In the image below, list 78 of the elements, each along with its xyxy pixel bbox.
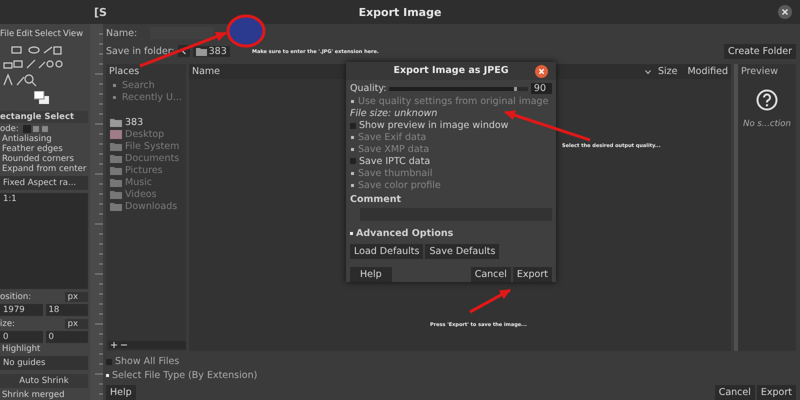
folder-label: Save in folder:	[106, 46, 175, 56]
quality-spinbox[interactable]: 90	[530, 83, 552, 94]
tool-option[interactable]: Shrink merged	[0, 390, 88, 400]
color-swatch-icon[interactable]	[34, 91, 50, 105]
add-icon[interactable]	[111, 342, 117, 348]
mode-label: ode:	[0, 124, 19, 134]
cancel-button[interactable]: Cancel	[470, 267, 511, 282]
preview-status: No s...ction	[743, 119, 791, 129]
help-button[interactable]: Help	[106, 385, 136, 400]
create-folder-button[interactable]: Create Folder	[724, 44, 796, 58]
toolbox-drawing[interactable]	[2, 45, 64, 89]
menu-item[interactable]: Select	[34, 29, 61, 39]
highlight-circle	[226, 14, 266, 48]
aspect-dropdown[interactable]: Fixed Aspect ra...	[0, 176, 88, 190]
help-button[interactable]: Help	[350, 267, 392, 282]
preview-title: Preview	[740, 65, 779, 79]
question-icon	[756, 89, 778, 111]
column-header[interactable]: Name	[189, 64, 224, 79]
guides-dropdown[interactable]: No guides	[0, 356, 88, 370]
size-field[interactable]: 0	[46, 331, 88, 343]
folder-icon	[110, 178, 122, 186]
quality-label: Quality:	[350, 83, 386, 94]
sort-caret-icon	[644, 70, 651, 74]
annotation-arrow	[469, 288, 511, 314]
folder-icon	[110, 142, 122, 150]
mode-icon[interactable]	[22, 124, 49, 132]
remove-icon[interactable]	[121, 342, 127, 348]
position-field[interactable]: 18	[46, 304, 88, 316]
advanced-options-expander[interactable]: Advanced Options	[350, 228, 552, 239]
tool-option[interactable]: Rounded corners	[0, 154, 88, 164]
folder-icon	[110, 190, 122, 198]
menu-item[interactable]: File	[0, 29, 14, 39]
ratio-field[interactable]: 1:1	[0, 193, 88, 289]
menu-item[interactable]: View	[62, 29, 84, 39]
folder-icon	[196, 46, 207, 56]
auto-shrink-button[interactable]: Auto Shrink	[0, 374, 88, 388]
desktop-icon	[110, 130, 122, 138]
cancel-button[interactable]: Cancel	[714, 385, 755, 400]
size-label: ize:	[0, 318, 15, 328]
menu-item[interactable]: Edit	[16, 29, 33, 39]
show-all-files-checkbox[interactable]: Show All Files	[106, 355, 796, 368]
folder-icon	[110, 118, 122, 126]
window-title: Export Image	[358, 6, 442, 18]
window-title-fragment: [S	[94, 6, 107, 18]
column-header[interactable]: Places	[106, 64, 186, 79]
bullet-icon	[113, 96, 116, 98]
name-label: Name:	[106, 28, 138, 38]
column-header[interactable]: Size	[654, 64, 680, 79]
save-defaults-button[interactable]: Save Defaults	[425, 244, 500, 259]
tool-option[interactable]: Highlight	[0, 344, 88, 354]
folder-icon	[110, 202, 122, 210]
export-button[interactable]: Export	[756, 385, 796, 400]
column-header[interactable]: Modified	[684, 64, 731, 79]
load-defaults-button[interactable]: Load Defaults	[350, 244, 424, 259]
folder-icon	[110, 154, 122, 162]
folder-button[interactable]: 383	[192, 46, 230, 56]
comment-label: Comment	[350, 194, 402, 205]
option-checkbox[interactable]: Show preview in image window	[350, 120, 552, 132]
unit-dropdown[interactable]: px	[64, 292, 88, 302]
position-field[interactable]: 1979	[0, 304, 42, 316]
close-icon[interactable]	[778, 5, 792, 19]
size-field[interactable]: 0	[0, 331, 42, 343]
unit-dropdown[interactable]: px	[64, 318, 88, 328]
position-label: osition:	[0, 292, 32, 302]
place-item[interactable]: 383	[106, 116, 186, 128]
tool-option[interactable]: Antialiasing	[0, 134, 88, 144]
option-checkbox[interactable]: Save IPTC data	[350, 155, 552, 168]
folder-icon	[110, 166, 122, 174]
name-field[interactable]	[150, 27, 214, 39]
export-button[interactable]: Export	[512, 267, 552, 282]
file-type-expander[interactable]: Select File Type (By Extension)	[106, 369, 796, 382]
dialog-title: Export Image as JPEG	[393, 65, 509, 76]
tool-option[interactable]: Expand from center	[0, 164, 88, 174]
tool-options-title: ectangle Select	[0, 111, 88, 123]
tool-option[interactable]: Feather edges	[0, 144, 88, 154]
file-size-note: File size: unknown	[350, 108, 438, 120]
bullet-icon	[113, 84, 116, 86]
close-icon[interactable]	[535, 65, 548, 78]
